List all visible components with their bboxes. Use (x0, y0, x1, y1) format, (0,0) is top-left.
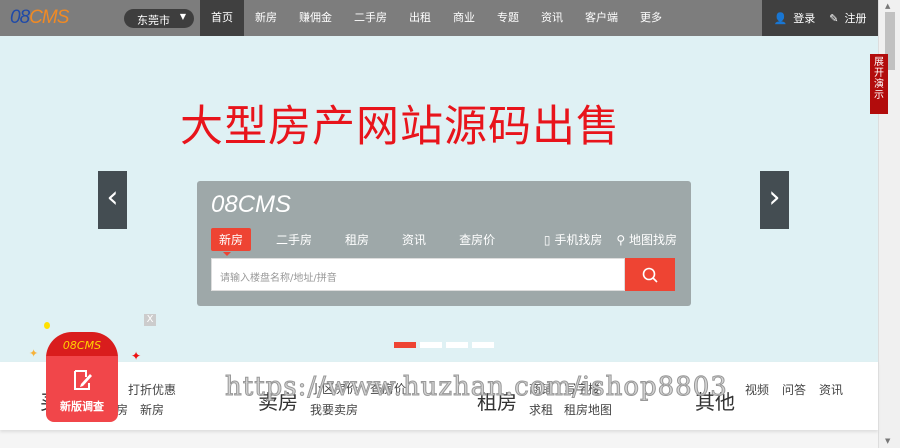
category-link[interactable]: 资讯 (819, 381, 843, 398)
search-button[interactable] (625, 258, 675, 291)
main-menu: 首页 新房 赚佣金 二手房 出租 商业 专题 资讯 客户端 更多 (200, 0, 673, 36)
city-selector[interactable]: 东莞市 ▼ (124, 9, 194, 28)
category-link[interactable]: 新房 (140, 401, 164, 418)
survey-label: 新版调查 (60, 400, 104, 413)
menu-item[interactable]: 出租 (398, 0, 442, 36)
search-links: ▯ 手机找房 ⚲ 地图找房 (544, 231, 677, 248)
sparkle-icon (44, 322, 50, 329)
category-link[interactable]: 打折优惠 (128, 381, 176, 398)
category-link[interactable]: 我要卖房 (310, 401, 358, 418)
scroll-up-icon[interactable]: ▲ (885, 2, 890, 10)
map-label: 地图找房 (628, 233, 677, 247)
edit-note-icon (74, 370, 92, 390)
banner-headline: 大型房产网站源码出售 (180, 102, 620, 152)
slide-dot[interactable] (420, 342, 442, 348)
mobile-label: 手机找房 (554, 233, 603, 247)
menu-item[interactable]: 资讯 (530, 0, 574, 36)
tab-rent[interactable]: 租房 (337, 228, 377, 251)
next-slide-button[interactable]: › (760, 171, 789, 229)
slide-dot[interactable] (394, 342, 416, 348)
caret-down-icon: ▼ (179, 12, 186, 21)
slide-indicators (394, 342, 494, 348)
menu-item[interactable]: 商业 (442, 0, 486, 36)
survey-logo: 08CMS (46, 332, 118, 358)
watermark: https://www.huzhan.com/ishop8803 (225, 372, 728, 403)
scroll-down-icon[interactable]: ▼ (885, 437, 890, 445)
tab-news[interactable]: 资讯 (394, 228, 434, 251)
menu-item[interactable]: 客户端 (574, 0, 629, 36)
menu-item[interactable]: 专题 (486, 0, 530, 36)
category-link[interactable]: 求租 (529, 401, 553, 418)
site-logo[interactable]: 08CMS (10, 7, 69, 29)
logo-part: 08 (10, 7, 30, 28)
sparkle-icon: ✦ (131, 349, 142, 363)
survey-body: 新版调查 (46, 356, 118, 422)
map-pin-icon: ⚲ (616, 233, 626, 247)
menu-item[interactable]: 更多 (629, 0, 673, 36)
tab-new-house[interactable]: 新房 (211, 228, 252, 256)
search-icon (642, 267, 658, 283)
menu-item[interactable]: 新房 (244, 0, 288, 36)
sparkle-icon: ✦ (29, 347, 39, 360)
map-search-link[interactable]: ⚲ 地图找房 (616, 231, 677, 248)
survey-close-button[interactable]: X (144, 314, 156, 326)
mobile-search-link[interactable]: ▯ 手机找房 (544, 231, 602, 248)
menu-item[interactable]: 二手房 (343, 0, 398, 36)
search-logo: 08CMS (211, 191, 292, 218)
slide-dot[interactable] (446, 342, 468, 348)
category-link[interactable]: 视频 (745, 381, 769, 398)
logo-part: CMS (29, 7, 69, 28)
slide-dot[interactable] (472, 342, 494, 348)
city-label: 东莞市 (137, 14, 170, 27)
search-tabs: 新房 二手房 租房 资讯 查房价 (211, 228, 520, 256)
menu-item-home[interactable]: 首页 (200, 0, 244, 36)
login-link[interactable]: 登录 (793, 10, 815, 26)
account-area: 👤 登录 ✎ 注册 (762, 0, 878, 36)
register-link[interactable]: 注册 (844, 10, 866, 26)
edit-icon: ✎ (829, 11, 839, 25)
prev-slide-button[interactable]: ‹ (98, 171, 127, 229)
tab-price[interactable]: 查房价 (451, 228, 503, 251)
tab-second-hand[interactable]: 二手房 (268, 228, 320, 251)
category-link[interactable]: 租房地图 (564, 401, 612, 418)
search-input[interactable]: 请输入楼盘名称/地址/拼音 (211, 258, 625, 291)
user-icon: 👤 (773, 11, 788, 25)
survey-badge[interactable]: 08CMS 新版调查 (46, 332, 118, 422)
search-panel: 08CMS 新房 二手房 租房 资讯 查房价 ▯ 手机找房 ⚲ 地图找房 请输入… (197, 181, 691, 306)
menu-item[interactable]: 赚佣金 (288, 0, 343, 36)
phone-icon: ▯ (543, 233, 551, 247)
category-link[interactable]: 问答 (782, 381, 806, 398)
expand-demo-button[interactable]: 展开演示 (870, 54, 888, 114)
top-nav: 08CMS 东莞市 ▼ 首页 新房 赚佣金 二手房 出租 商业 专题 资讯 客户端… (0, 0, 878, 36)
